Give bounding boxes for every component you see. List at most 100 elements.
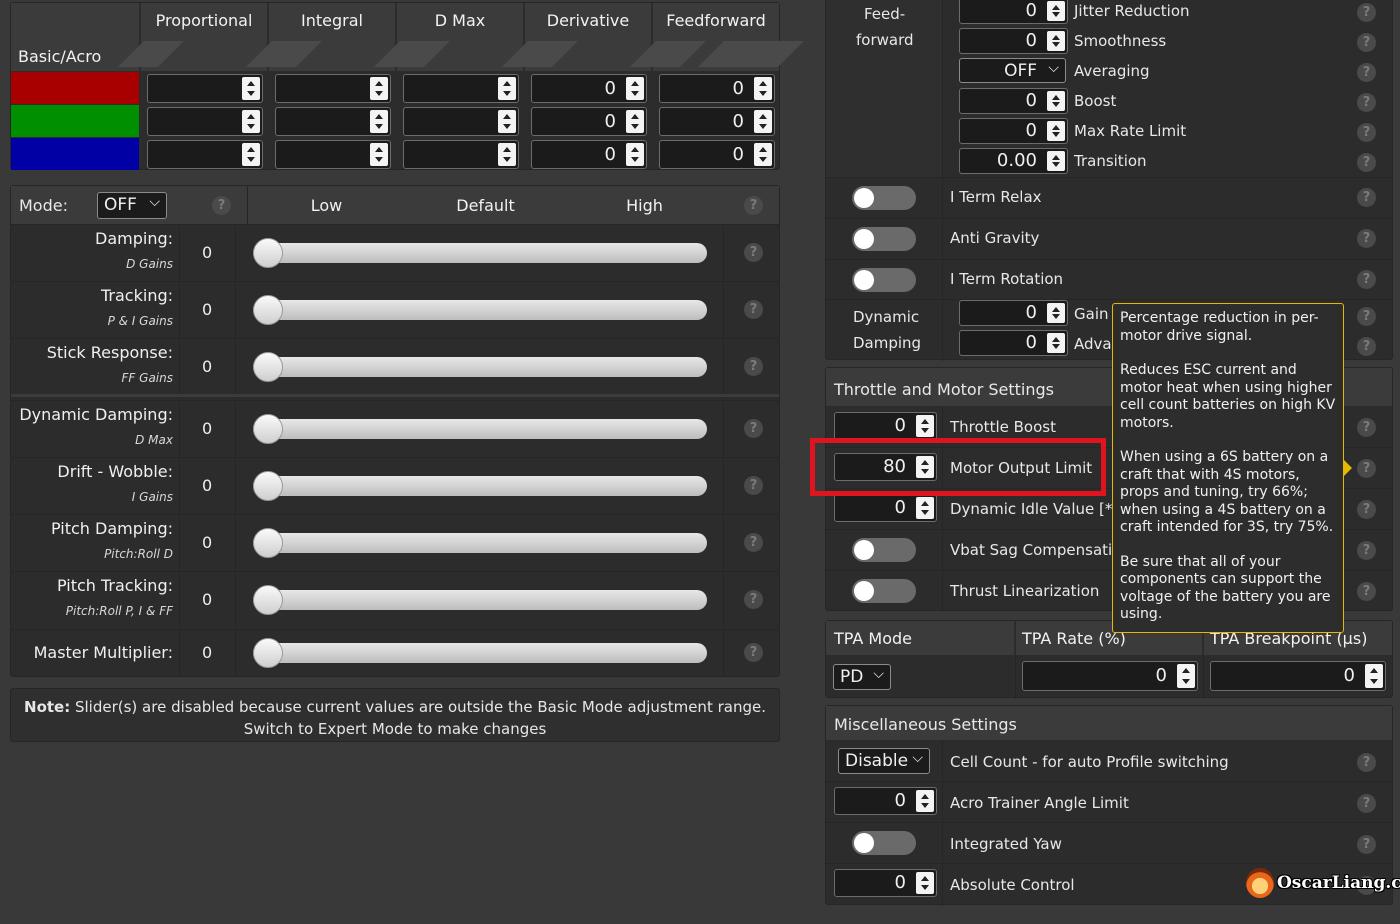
ff-input[interactable]: 0: [959, 88, 1068, 114]
throttle-toggle[interactable]: [852, 538, 916, 562]
slider-value: 0: [202, 243, 213, 262]
pid-input[interactable]: [275, 107, 391, 136]
slider-track[interactable]: [253, 533, 707, 553]
tpa-rate-input[interactable]: 0: [1022, 661, 1198, 691]
misc-help-icon[interactable]: [1357, 835, 1376, 854]
slider-help-icon[interactable]: [744, 590, 763, 609]
slider-thumb[interactable]: [253, 295, 283, 325]
misc-toggle[interactable]: [852, 831, 916, 855]
header-help-icon[interactable]: [744, 196, 763, 215]
slider-track[interactable]: [253, 643, 707, 663]
pid-input[interactable]: [147, 74, 263, 103]
slider-thumb[interactable]: [253, 471, 283, 501]
ff-help-icon[interactable]: [1357, 93, 1376, 112]
slider-col-default: Default: [407, 186, 564, 224]
slider-track[interactable]: [253, 357, 707, 377]
slider-help-icon[interactable]: [744, 357, 763, 376]
throttle-toggle[interactable]: [852, 579, 916, 603]
dd-input[interactable]: 0: [959, 300, 1068, 326]
pid-input[interactable]: 0: [531, 74, 647, 103]
slider-help-icon[interactable]: [744, 533, 763, 552]
throttle-help-icon[interactable]: [1357, 459, 1376, 478]
toggle-divider: [942, 177, 943, 218]
slider-col-divider: [723, 225, 724, 281]
misc-help-icon[interactable]: [1357, 753, 1376, 772]
slider-track[interactable]: [253, 476, 707, 496]
pid-input[interactable]: [275, 140, 391, 169]
slider-thumb[interactable]: [253, 638, 283, 668]
pid-input[interactable]: 0: [531, 107, 647, 136]
pid-input[interactable]: 0: [659, 107, 775, 136]
ff-select[interactable]: OFF: [959, 56, 1066, 83]
misc-divider: [942, 740, 943, 906]
throttle-help-icon[interactable]: [1357, 541, 1376, 560]
mode-select[interactable]: OFF: [97, 190, 167, 219]
slider-thumb[interactable]: [253, 585, 283, 615]
toggle-switch[interactable]: [852, 268, 916, 292]
ff-help-icon[interactable]: [1357, 123, 1376, 142]
dd-input[interactable]: 0: [959, 330, 1068, 356]
misc-input[interactable]: 0: [834, 787, 937, 815]
throttle-input[interactable]: 0: [834, 412, 937, 440]
slider-track[interactable]: [253, 590, 707, 610]
pid-input[interactable]: [403, 140, 519, 169]
slider-help-icon[interactable]: [744, 419, 763, 438]
ff-label: Boost: [1074, 92, 1117, 110]
toggle-label: Anti Gravity: [950, 229, 1040, 247]
slider-subtitle: Pitch:Roll D: [104, 547, 173, 561]
pid-input[interactable]: 0: [659, 140, 775, 169]
pid-input[interactable]: 0: [659, 74, 775, 103]
misc-select[interactable]: Disable: [838, 746, 930, 774]
toggle-switch[interactable]: [852, 186, 916, 210]
throttle-label: Throttle Boost: [950, 418, 1056, 436]
throttle-help-icon[interactable]: [1357, 500, 1376, 519]
pid-input[interactable]: [275, 74, 391, 103]
slider-help-icon[interactable]: [744, 300, 763, 319]
slider-name: Dynamic Damping:: [19, 405, 173, 424]
tpa-mode-select[interactable]: PD: [833, 662, 891, 690]
ff-help-icon[interactable]: [1357, 3, 1376, 22]
slider-thumb[interactable]: [253, 414, 283, 444]
toggle-help-icon[interactable]: [1357, 229, 1376, 248]
throttle-input[interactable]: 0: [834, 494, 937, 522]
slider-track[interactable]: [253, 243, 707, 263]
slider-help-icon[interactable]: [744, 476, 763, 495]
misc-help-icon[interactable]: [1357, 794, 1376, 813]
pid-input[interactable]: [147, 107, 263, 136]
ff-input[interactable]: 0: [959, 118, 1068, 144]
ff-input[interactable]: 0: [959, 28, 1068, 54]
pid-input[interactable]: 0: [531, 140, 647, 169]
tpa-breakpoint-input[interactable]: 0: [1210, 661, 1386, 691]
toggle-help-icon[interactable]: [1357, 188, 1376, 207]
toggle-switch[interactable]: [852, 227, 916, 251]
slider-track[interactable]: [253, 419, 707, 439]
ff-input[interactable]: 0: [959, 0, 1068, 24]
ff-help-icon[interactable]: [1357, 63, 1376, 82]
dyn-damping-label-1: Dynamic: [853, 308, 920, 326]
slider-thumb[interactable]: [253, 352, 283, 382]
motor-output-limit-highlight: [810, 438, 1106, 496]
ff-input[interactable]: 0.00: [959, 148, 1068, 174]
throttle-help-icon[interactable]: [1357, 582, 1376, 601]
slider-help-icon[interactable]: [744, 243, 763, 262]
slider-help-icon[interactable]: [744, 643, 763, 662]
slider-thumb[interactable]: [253, 238, 283, 268]
dd-help-icon[interactable]: [1357, 337, 1376, 356]
throttle-label: Thrust Linearization: [950, 582, 1100, 600]
ff-help-icon[interactable]: [1357, 33, 1376, 52]
mode-help-icon[interactable]: [212, 196, 231, 215]
toggle-help-icon[interactable]: [1357, 270, 1376, 289]
throttle-divider: [942, 406, 943, 612]
slider-col-divider: [235, 225, 236, 281]
dd-help-icon[interactable]: [1357, 307, 1376, 326]
misc-input[interactable]: 0: [834, 869, 937, 897]
pid-input[interactable]: [403, 74, 519, 103]
slider-value: 0: [202, 590, 213, 609]
pid-input[interactable]: [403, 107, 519, 136]
slider-thumb[interactable]: [253, 528, 283, 558]
ff-help-icon[interactable]: [1357, 153, 1376, 172]
pid-input[interactable]: [147, 140, 263, 169]
slider-track[interactable]: [253, 300, 707, 320]
throttle-help-icon[interactable]: [1357, 418, 1376, 437]
ff-divider: [942, 0, 943, 177]
